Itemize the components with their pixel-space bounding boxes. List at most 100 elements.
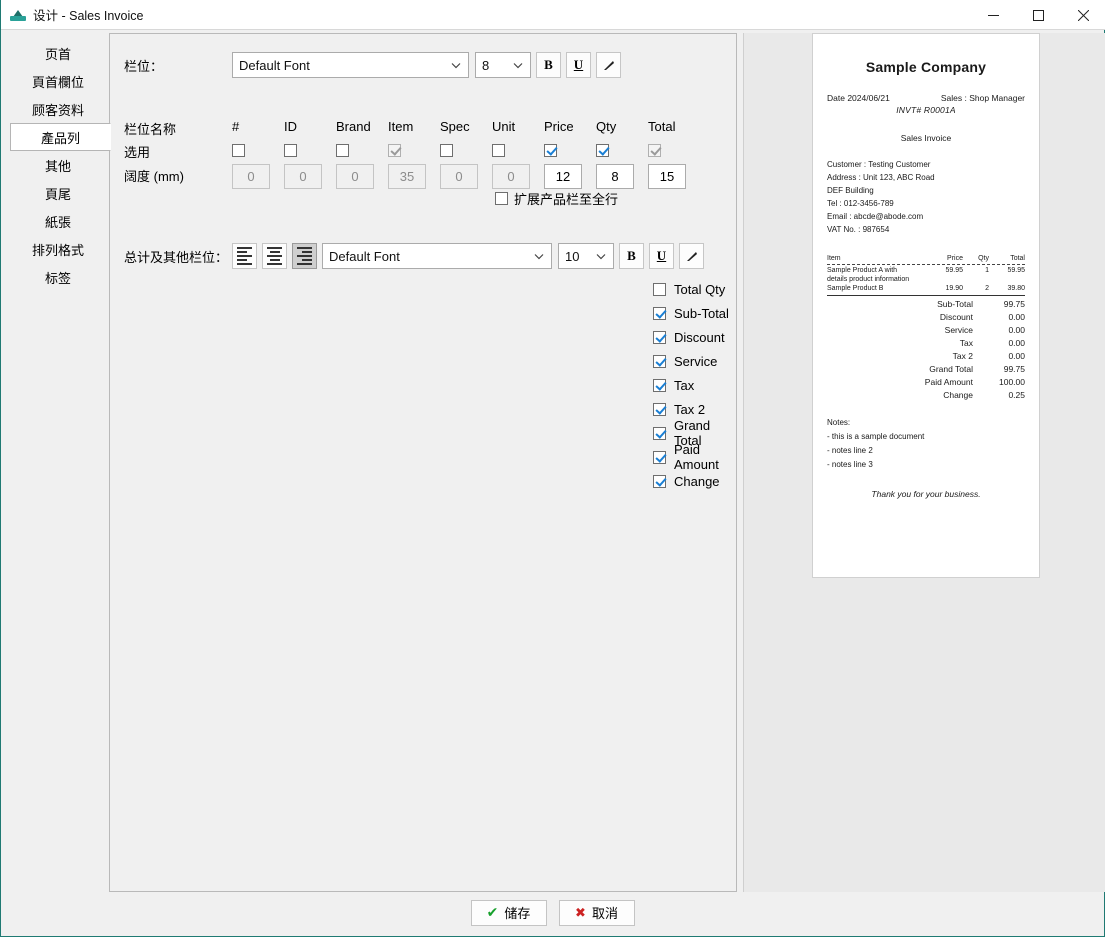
column-5: Unit 0 [492, 116, 544, 190]
preview-total-value: 0.00 [1008, 324, 1025, 335]
totals-font-label: 总计及其他栏位： [124, 249, 229, 265]
totals-field-1[interactable]: Sub-Total [653, 301, 736, 325]
totals-field-7[interactable]: Paid Amount [653, 442, 736, 472]
column-4: Spec 0 [440, 116, 492, 190]
column-width-input[interactable]: 0 [440, 163, 478, 189]
columns-font-size-select[interactable]: 8 [475, 52, 531, 78]
column-width-input[interactable]: 8 [596, 163, 634, 189]
totals-font-family-select[interactable]: Default Font [322, 243, 552, 269]
totals-field-checkbox[interactable] [653, 354, 666, 368]
column-width-input[interactable]: 0 [232, 163, 270, 189]
column-use-checkbox[interactable] [596, 143, 609, 157]
sidebar-item-5[interactable]: 頁尾 [10, 179, 106, 207]
align-left-button[interactable] [232, 243, 257, 269]
preview-notes-line: - notes line 3 [827, 459, 873, 469]
dialog-footer: ✔ 储存 ✖ 取消 [1, 890, 1104, 935]
totals-field-8[interactable]: Change [653, 469, 736, 493]
preview-date-sales-row: Date 2024/06/21 Sales : Shop Manager [827, 93, 1025, 103]
totals-field-checkbox[interactable] [653, 282, 666, 296]
column-width-input[interactable]: 35 [388, 163, 426, 189]
preview-customer-line: DEF Building [827, 185, 874, 195]
save-button-label: 储存 [504, 906, 531, 921]
maximize-button[interactable] [1016, 0, 1061, 30]
totals-field-checkbox[interactable] [653, 426, 666, 440]
sidebar-item-label: 排列格式 [31, 242, 84, 258]
preview-customer-line: Address : Unit 123, ABC Road [827, 172, 935, 182]
expand-product-row-option[interactable]: 扩展产品栏至全行 [495, 189, 618, 208]
save-button[interactable]: ✔ 储存 [470, 899, 547, 926]
align-center-button[interactable] [262, 243, 287, 269]
totals-font-row: 总计及其他栏位： Default Font 10 B U [124, 243, 704, 269]
expand-product-row-label: 扩展产品栏至全行 [514, 192, 619, 207]
preview-header-price: Price [947, 254, 963, 262]
sidebar-item-1[interactable]: 頁首欄位 [10, 67, 106, 95]
preview-document-type: Sales Invoice [900, 133, 952, 143]
expand-product-row-checkbox[interactable] [495, 192, 508, 205]
preview-item-qty: 2 [985, 284, 989, 292]
preview-total-label: Paid Amount [924, 376, 973, 387]
column-width-input[interactable]: 15 [648, 163, 686, 189]
sidebar-item-label: 頁尾 [44, 186, 71, 202]
column-2: Brand 0 [336, 116, 388, 190]
columns-italic-button[interactable] [596, 52, 621, 78]
window-controls [971, 0, 1105, 30]
preview-total-label: Service [944, 324, 973, 335]
underline-icon: U [656, 248, 667, 263]
totals-field-0[interactable]: Total Qty [653, 277, 736, 301]
column-use-checkbox[interactable] [336, 143, 349, 157]
sidebar-item-7[interactable]: 排列格式 [10, 235, 106, 263]
sidebar-item-4[interactable]: 其他 [10, 151, 106, 179]
cancel-button[interactable]: ✖ 取消 [558, 899, 635, 926]
column-use-checkbox[interactable] [544, 143, 557, 157]
sidebar-item-0[interactable]: 页首 [10, 39, 106, 67]
totals-field-2[interactable]: Discount [653, 325, 736, 349]
sidebar-item-label: 页首 [44, 46, 71, 62]
sidebar-item-2[interactable]: 顾客资料 [10, 95, 106, 123]
preview-notes-title: Notes: [827, 417, 851, 427]
totals-field-label: Tax [674, 377, 695, 393]
totals-field-checkbox[interactable] [653, 402, 666, 416]
column-width-input[interactable]: 0 [492, 163, 530, 189]
sidebar-item-3[interactable]: 產品列 [10, 123, 111, 151]
totals-field-checkbox[interactable] [653, 450, 666, 464]
minimize-button[interactable] [971, 0, 1016, 30]
totals-field-label: Service [674, 353, 718, 369]
sidebar-item-8[interactable]: 标签 [10, 263, 106, 291]
totals-field-checkbox[interactable] [653, 330, 666, 344]
totals-italic-button[interactable] [679, 243, 704, 269]
totals-field-checkbox[interactable] [653, 378, 666, 392]
italic-slant-icon [604, 60, 614, 70]
sidebar-item-label: 其他 [44, 158, 71, 174]
column-use-checkbox[interactable] [440, 143, 453, 157]
totals-field-checkbox[interactable] [653, 306, 666, 320]
preview-customer-line: Email : abcde@abode.com [827, 211, 924, 221]
column-name: Item [388, 119, 414, 134]
totals-font-family-value: Default Font [329, 248, 400, 264]
preview-invoice-number: INVT# R0001A [896, 105, 956, 115]
totals-font-size-select[interactable]: 10 [558, 243, 614, 269]
column-use-checkbox[interactable] [232, 143, 245, 157]
column-name: ID [284, 119, 297, 134]
sidebar-item-6[interactable]: 紙張 [10, 207, 106, 235]
totals-bold-button[interactable]: B [619, 243, 644, 269]
totals-field-checkbox[interactable] [653, 474, 666, 488]
preview-date: Date 2024/06/21 [827, 93, 890, 103]
totals-underline-button[interactable]: U [649, 243, 674, 269]
column-width-input[interactable]: 12 [544, 163, 582, 189]
column-use-checkbox[interactable] [284, 143, 297, 157]
window-title: 设计 - Sales Invoice [33, 9, 144, 23]
column-width-input[interactable]: 0 [284, 163, 322, 189]
close-button[interactable] [1061, 0, 1105, 30]
column-width-input[interactable]: 0 [336, 163, 374, 189]
align-right-button[interactable] [292, 243, 317, 269]
preview-item-row: Sample Product A with 59.95 1 59.95 [827, 265, 1025, 274]
totals-field-3[interactable]: Service [653, 349, 736, 373]
column-name: Qty [596, 119, 617, 134]
totals-field-4[interactable]: Tax [653, 373, 736, 397]
columns-bold-button[interactable]: B [536, 52, 561, 78]
columns-font-family-select[interactable]: Default Font [232, 52, 469, 78]
column-use-checkbox[interactable] [492, 143, 505, 157]
totals-field-label: Paid Amount [674, 442, 719, 472]
totals-field-label: Discount [674, 329, 725, 345]
columns-underline-button[interactable]: U [566, 52, 591, 78]
